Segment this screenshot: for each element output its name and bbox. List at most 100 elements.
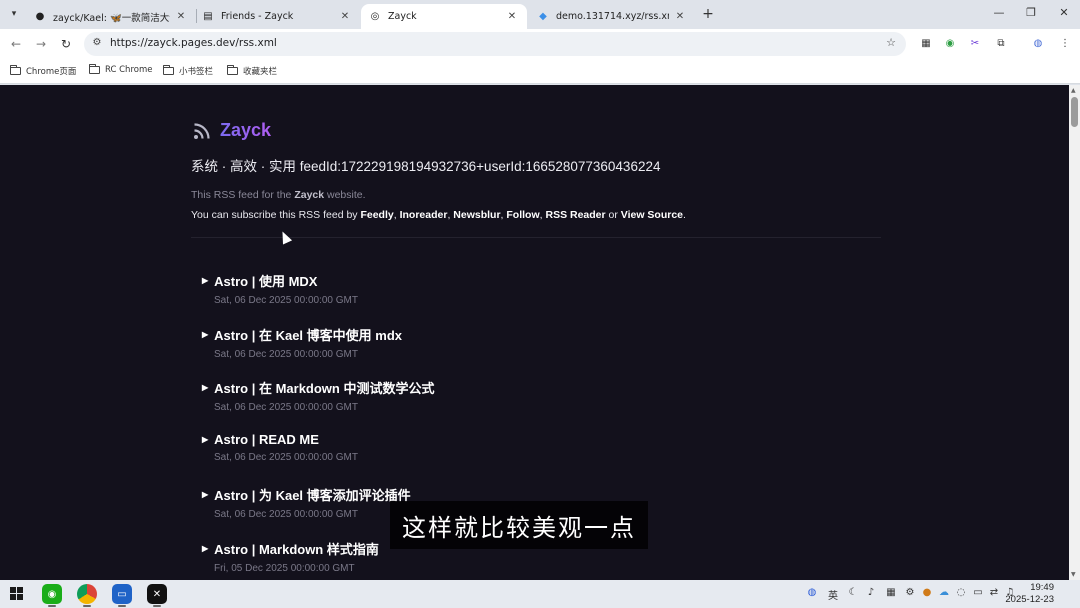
feed-item-title[interactable]: ▶ Astro | Markdown 样式指南	[202, 539, 379, 558]
subscribe-text: You can subscribe this RSS feed by	[191, 209, 361, 221]
github-icon: ●	[35, 11, 45, 22]
tab-friends[interactable]: ▤ Friends - Zayck ✕	[194, 4, 360, 29]
profile-icon[interactable]: ◍	[1031, 37, 1045, 51]
forward-arrow-icon[interactable]: →	[33, 36, 49, 52]
expand-triangle-icon[interactable]: ▶	[202, 435, 208, 444]
site-info-icon[interactable]: ⚙	[90, 37, 104, 51]
app-tray-icon[interactable]: ●	[920, 587, 934, 598]
windows-start-icon[interactable]	[10, 587, 24, 601]
divider	[191, 237, 881, 238]
item-title-text[interactable]: Astro | 使用 MDX	[214, 271, 317, 290]
bookmark-folder[interactable]: 收藏夹栏	[227, 65, 277, 77]
page-icon: ▤	[203, 11, 213, 22]
ime-language[interactable]: 英	[826, 587, 840, 602]
maximize-icon[interactable]: ❐	[1023, 6, 1039, 19]
expand-triangle-icon[interactable]: ▶	[202, 383, 208, 392]
mouse-cursor	[277, 229, 293, 245]
capcut-icon[interactable]: ✕	[147, 584, 167, 607]
link-follow[interactable]: Follow	[506, 209, 539, 221]
bookmark-folder[interactable]: 小书签栏	[163, 65, 213, 77]
link-rss-reader[interactable]: RSS Reader	[545, 209, 605, 221]
system-clock[interactable]: 19:49 2025-12-23	[1005, 582, 1054, 606]
page-scrollbar[interactable]: ▲ ▼	[1069, 85, 1080, 580]
bookmark-star-icon[interactable]: ☆	[886, 36, 896, 49]
item-title-text[interactable]: Astro | 在 Markdown 中测试数学公式	[214, 378, 434, 397]
item-title-text[interactable]: Astro | 在 Kael 博客中使用 mdx	[214, 325, 402, 344]
link-newsblur[interactable]: Newsblur	[453, 209, 500, 221]
address-url[interactable]: https://zayck.pages.dev/rss.xml	[110, 37, 277, 49]
tab-github[interactable]: ● zayck/Kael: 🦋一款简洁大气的 ✕	[26, 4, 196, 29]
tab-title: zayck/Kael: 🦋一款简洁大气的	[53, 12, 170, 24]
tab-search-chevron-down-icon[interactable]: ▾	[5, 5, 23, 23]
address-bar[interactable]: ⚙ https://zayck.pages.dev/rss.xml ☆	[84, 32, 906, 56]
feed-item-date: Sat, 06 Dec 2025 00:00:00 GMT	[214, 452, 358, 463]
cloud-icon[interactable]: ☁	[937, 587, 951, 598]
reload-icon[interactable]: ↻	[58, 36, 74, 52]
period: .	[683, 209, 686, 221]
wechat-icon[interactable]: ◉	[42, 584, 62, 607]
item-title-text[interactable]: Astro | 为 Kael 博客添加评论插件	[214, 485, 411, 504]
network-icon[interactable]: ⇄	[987, 587, 1001, 598]
feed-info: This RSS feed for the Zayck website.	[191, 189, 366, 201]
extension-refresh-icon[interactable]: ◉	[943, 37, 957, 51]
feed-item[interactable]: ▶ Astro | 在 Markdown 中测试数学公式 Sat, 06 Dec …	[202, 378, 434, 413]
folder-icon	[227, 65, 238, 75]
extension-store-icon[interactable]: ▦	[919, 37, 933, 51]
scroll-up-icon[interactable]: ▲	[1071, 87, 1076, 94]
feed-title: Zayck	[220, 120, 272, 140]
close-icon[interactable]: ✕	[505, 11, 519, 22]
expand-triangle-icon[interactable]: ▶	[202, 330, 208, 339]
battery-icon[interactable]: ▭	[971, 587, 985, 598]
more-menu-icon[interactable]: ⋮	[1058, 37, 1072, 51]
keyboard-grid-icon[interactable]: ▦	[884, 587, 898, 598]
settings-icon[interactable]: ⚙	[903, 587, 917, 598]
folder-icon	[89, 64, 100, 74]
microphone-icon[interactable]: ♪	[864, 587, 878, 598]
feed-item-date: Sat, 06 Dec 2025 00:00:00 GMT	[214, 509, 358, 520]
scroll-down-icon[interactable]: ▼	[1071, 571, 1076, 578]
extensions-puzzle-icon[interactable]: ⧉	[994, 37, 1008, 51]
link-feedly[interactable]: Feedly	[360, 209, 393, 221]
ime-status-icon[interactable]: ◍	[805, 587, 819, 598]
feed-item-title[interactable]: ▶ Astro | READ ME	[202, 432, 358, 447]
back-arrow-icon[interactable]: ←	[8, 36, 24, 52]
tab-demo[interactable]: ◆ demo.131714.xyz/rss.xml ✕	[529, 4, 695, 29]
tab-zayck[interactable]: ◎ Zayck ✕	[361, 4, 527, 29]
feed-item[interactable]: ▶ Astro | 使用 MDX Sat, 06 Dec 2025 00:00:0…	[202, 271, 358, 306]
bookmark-folder[interactable]: Chrome页面	[10, 65, 76, 77]
feed-item-title[interactable]: ▶ Astro | 在 Markdown 中测试数学公式	[202, 378, 434, 397]
ime-moon-icon[interactable]: ☾	[846, 587, 860, 598]
notepad-icon[interactable]: ▭	[112, 584, 132, 607]
bookmark-label: 小书签栏	[179, 67, 214, 77]
chrome-icon[interactable]	[77, 584, 97, 607]
extension-scissors-icon[interactable]: ✂	[968, 37, 982, 51]
feed-item-title[interactable]: ▶ Astro | 为 Kael 博客添加评论插件	[202, 485, 411, 504]
minimize-icon[interactable]: —	[991, 6, 1007, 19]
info-site-name: Zayck	[294, 189, 325, 201]
close-icon[interactable]: ✕	[673, 11, 687, 22]
feed-item-title[interactable]: ▶ Astro | 使用 MDX	[202, 271, 358, 290]
clock-date: 2025-12-23	[1005, 594, 1054, 605]
item-title-text[interactable]: Astro | READ ME	[214, 432, 319, 447]
bookmark-folder[interactable]: RC Chrome	[89, 64, 152, 75]
wifi-icon[interactable]: ◌	[954, 587, 968, 598]
expand-triangle-icon[interactable]: ▶	[202, 276, 208, 285]
feed-item[interactable]: ▶ Astro | 为 Kael 博客添加评论插件 Sat, 06 Dec 202…	[202, 485, 411, 520]
feed-item[interactable]: ▶ Astro | READ ME Sat, 06 Dec 2025 00:00:…	[202, 432, 358, 463]
close-window-icon[interactable]: ✕	[1056, 6, 1072, 19]
close-icon[interactable]: ✕	[338, 11, 352, 22]
feed-item[interactable]: ▶ Astro | 在 Kael 博客中使用 mdx Sat, 06 Dec 20…	[202, 325, 402, 360]
item-title-text[interactable]: Astro | Markdown 样式指南	[214, 539, 379, 558]
new-tab-plus-icon[interactable]: +	[700, 5, 716, 23]
diamond-icon: ◆	[539, 11, 547, 22]
expand-triangle-icon[interactable]: ▶	[202, 490, 208, 499]
scrollbar-thumb[interactable]	[1071, 97, 1078, 127]
expand-triangle-icon[interactable]: ▶	[202, 544, 208, 553]
rss-icon	[194, 122, 210, 139]
feed-item[interactable]: ▶ Astro | Markdown 样式指南 Fri, 05 Dec 2025 …	[202, 539, 379, 574]
link-inoreader[interactable]: Inoreader	[400, 209, 448, 221]
link-view-source[interactable]: View Source	[621, 209, 683, 221]
close-icon[interactable]: ✕	[174, 11, 188, 22]
feed-item-title[interactable]: ▶ Astro | 在 Kael 博客中使用 mdx	[202, 325, 402, 344]
info-text: website.	[324, 189, 366, 201]
